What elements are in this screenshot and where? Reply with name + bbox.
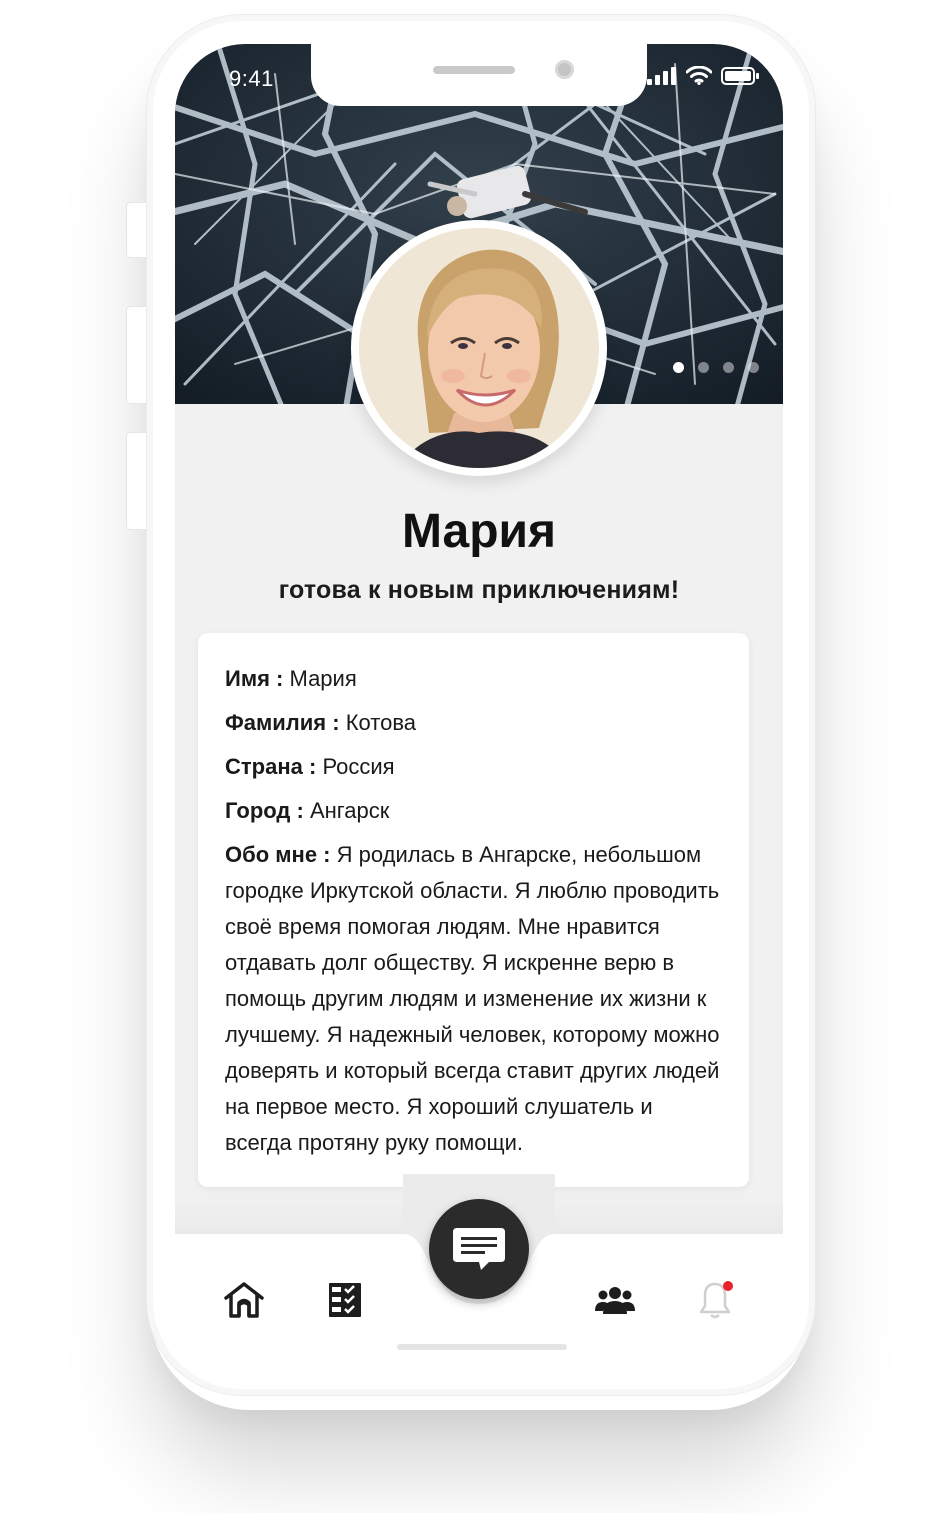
mute-switch xyxy=(126,202,147,258)
home-indicator[interactable] xyxy=(397,1344,567,1350)
pagination-dot[interactable] xyxy=(673,362,684,373)
battery-icon xyxy=(721,66,759,85)
screen: 9:41 Мария готова к новым приключениям! … xyxy=(175,44,783,1362)
bell-icon xyxy=(699,1281,733,1319)
detail-row-about: Обо мне : Я родилась в Ангарске, небольш… xyxy=(225,837,723,1161)
home-icon xyxy=(224,1282,264,1318)
speaker xyxy=(433,66,515,74)
notch xyxy=(311,44,647,106)
pagination-dot[interactable] xyxy=(723,362,734,373)
checklist-icon xyxy=(329,1283,361,1317)
status-icons xyxy=(647,66,759,85)
cover-pagination[interactable] xyxy=(673,362,759,373)
volume-down-button xyxy=(126,432,147,530)
detail-value: Мария xyxy=(289,666,357,691)
detail-label: Город : xyxy=(225,798,304,823)
detail-label: Имя : xyxy=(225,666,284,691)
wifi-icon xyxy=(686,66,712,85)
detail-row-last-name: Фамилия : Котова xyxy=(225,705,723,741)
detail-row-country: Страна : Россия xyxy=(225,749,723,785)
detail-value: Ангарск xyxy=(309,798,390,823)
pagination-dot[interactable] xyxy=(698,362,709,373)
front-camera xyxy=(555,60,574,79)
group-icon xyxy=(595,1287,635,1314)
volume-up-button xyxy=(126,306,147,404)
profile-name: Мария xyxy=(401,505,557,558)
profile-tagline: готова к новым приключениям! xyxy=(278,576,680,604)
status-time: 9:41 xyxy=(229,66,274,91)
signal-icon xyxy=(647,66,676,85)
detail-value: Я родилась в Ангарске, небольшом городке… xyxy=(225,842,720,1155)
nav-friends[interactable] xyxy=(593,1278,637,1322)
nav-notifications[interactable] xyxy=(693,1278,737,1322)
profile-details-card: Имя : Мария Фамилия : Котова Страна : Ро… xyxy=(198,633,749,1187)
detail-label: Фамилия : xyxy=(225,710,340,735)
avatar[interactable] xyxy=(351,220,607,476)
detail-label: Страна : xyxy=(225,754,317,779)
nav-home[interactable] xyxy=(222,1278,266,1322)
avatar-photo xyxy=(359,228,599,468)
detail-row-first-name: Имя : Мария xyxy=(225,661,723,697)
detail-row-city: Город : Ангарск xyxy=(225,793,723,829)
detail-value: Котова xyxy=(345,710,417,735)
chat-icon xyxy=(453,1228,505,1270)
chat-button[interactable] xyxy=(429,1199,529,1299)
nav-tasks[interactable] xyxy=(323,1278,367,1322)
notification-badge xyxy=(723,1281,733,1291)
detail-label: Обо мне : xyxy=(225,842,331,867)
pagination-dot[interactable] xyxy=(748,362,759,373)
detail-value: Россия xyxy=(322,754,395,779)
